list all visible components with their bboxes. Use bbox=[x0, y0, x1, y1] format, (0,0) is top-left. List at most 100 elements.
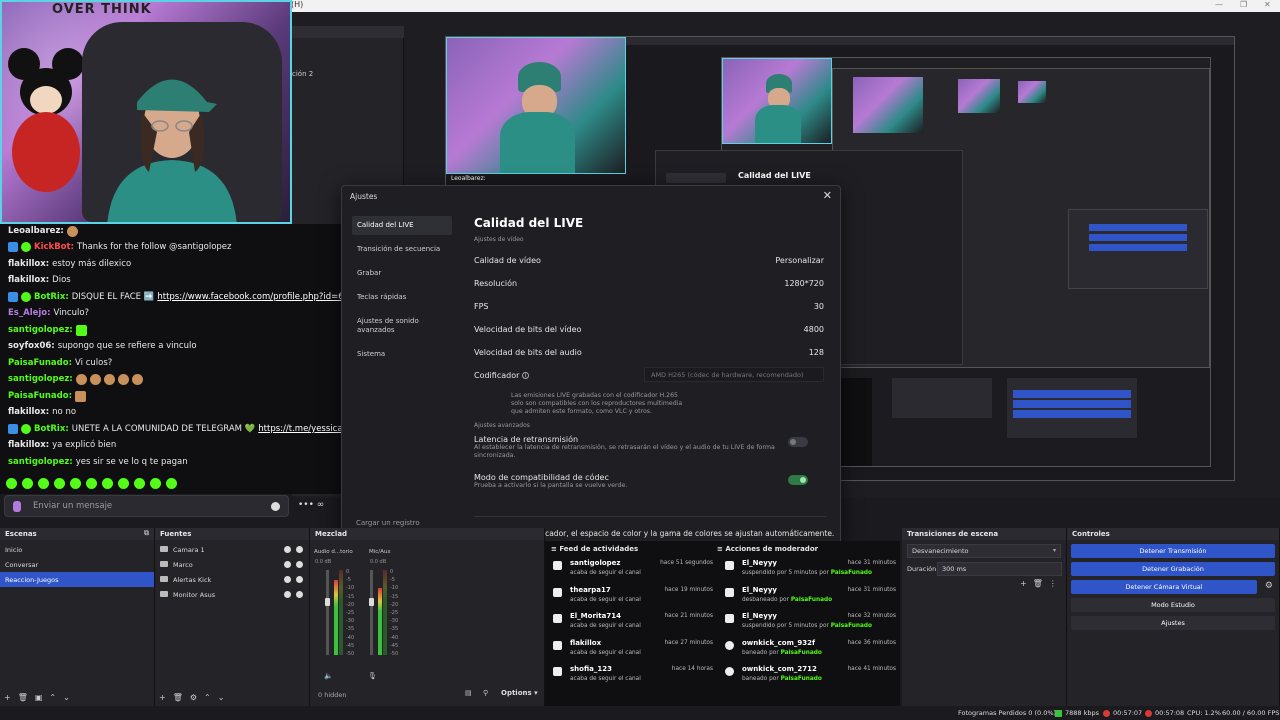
close-icon[interactable]: ✕ bbox=[1264, 0, 1271, 9]
feed-user[interactable]: flakillox bbox=[570, 639, 601, 647]
close-icon[interactable]: ✕ bbox=[823, 189, 832, 202]
emote-icon[interactable] bbox=[102, 478, 113, 489]
eye-icon[interactable] bbox=[284, 591, 291, 598]
emote-icon[interactable] bbox=[38, 478, 49, 489]
mod-user[interactable]: El_Neyyy bbox=[742, 586, 777, 594]
encoder-select[interactable]: AMD H265 (códec de hardware, recomendado… bbox=[644, 367, 824, 382]
sidebar-item-hotkeys[interactable]: Teclas rápidas bbox=[352, 288, 452, 307]
gear-icon[interactable]: ⚙ bbox=[1265, 581, 1273, 591]
chat-input[interactable]: Enviar un mensaje bbox=[4, 495, 289, 517]
load-log-link[interactable]: Cargar un registro bbox=[356, 519, 420, 527]
lock-icon[interactable] bbox=[296, 561, 303, 568]
audio-bitrate-select[interactable]: 128 bbox=[809, 348, 824, 357]
source-item[interactable]: Camara 1 bbox=[155, 542, 309, 557]
mod-user[interactable]: ownkick_com_932f bbox=[742, 639, 815, 647]
up-icon[interactable]: ⌃ bbox=[49, 693, 56, 702]
info-icon[interactable]: i bbox=[521, 372, 529, 379]
sidebar-item-system[interactable]: Sistema bbox=[352, 345, 452, 364]
settings-button[interactable]: Ajustes bbox=[1071, 616, 1275, 630]
mod-user[interactable]: ownkick_com_2712 bbox=[742, 665, 817, 673]
lock-icon[interactable] bbox=[296, 546, 303, 553]
volume-fader-1[interactable] bbox=[326, 570, 329, 655]
mod-user[interactable]: El_Neyyy bbox=[742, 559, 777, 567]
latency-toggle[interactable] bbox=[788, 437, 808, 447]
emote-icon[interactable] bbox=[54, 478, 65, 489]
source-item[interactable]: Monitor Asus bbox=[155, 587, 309, 602]
stop-virtual-camera-button[interactable]: Detener Cámara Virtual bbox=[1071, 580, 1257, 594]
emote-icon[interactable] bbox=[166, 478, 177, 489]
emote-icon[interactable] bbox=[6, 478, 17, 489]
emoji-icon[interactable] bbox=[271, 502, 280, 511]
source-item[interactable]: Marco bbox=[155, 557, 309, 572]
options-button[interactable]: Options ▾ bbox=[501, 689, 538, 697]
scene-item[interactable]: Reaccion-Juegos bbox=[0, 572, 154, 587]
more-icon[interactable]: ⋮ bbox=[1049, 579, 1057, 588]
video-bitrate-input[interactable]: 4800 bbox=[804, 325, 824, 334]
trash-icon[interactable]: 🗑 bbox=[1033, 579, 1043, 588]
trash-icon[interactable]: 🗑 bbox=[173, 693, 183, 702]
emote-icon[interactable] bbox=[70, 478, 81, 489]
emote-icon[interactable] bbox=[118, 478, 129, 489]
dock-popout-icon[interactable]: ⧉ bbox=[144, 529, 149, 538]
link-icon[interactable]: ⚲ bbox=[483, 689, 488, 697]
feed-user[interactable]: thearpa17 bbox=[570, 586, 611, 594]
mic-mute-icon[interactable]: 🎙 bbox=[368, 672, 377, 680]
stop-recording-button[interactable]: Detener Grabación bbox=[1071, 562, 1275, 576]
eye-icon[interactable] bbox=[284, 561, 291, 568]
scene-item[interactable]: Conversar bbox=[0, 557, 154, 572]
mic-icon[interactable] bbox=[13, 501, 21, 512]
fps-select[interactable]: 30 bbox=[814, 302, 824, 311]
chat-username[interactable]: santigolopez: bbox=[8, 372, 73, 386]
chat-username[interactable]: Leoalbarez: bbox=[8, 224, 64, 238]
add-icon[interactable]: + bbox=[159, 693, 166, 702]
chat-username[interactable]: flakillox: bbox=[8, 405, 49, 419]
add-icon[interactable]: + bbox=[1020, 579, 1027, 588]
speaker-icon[interactable]: 🔈 bbox=[324, 672, 333, 680]
filter-icon[interactable]: ▣ bbox=[35, 693, 43, 702]
chat-username[interactable]: flakillox: bbox=[8, 438, 49, 452]
emote-icon[interactable] bbox=[150, 478, 161, 489]
layout-icon[interactable]: ▤ bbox=[465, 689, 472, 697]
eye-icon[interactable] bbox=[284, 546, 291, 553]
menu-help[interactable]: (H) bbox=[291, 0, 303, 9]
resolution-select[interactable]: 1280*720 bbox=[784, 279, 824, 288]
up-icon[interactable]: ⌃ bbox=[204, 693, 211, 702]
minimize-icon[interactable]: — bbox=[1215, 0, 1223, 9]
chat-username[interactable]: soyfox06: bbox=[8, 339, 55, 353]
lock-icon[interactable] bbox=[296, 591, 303, 598]
down-icon[interactable]: ⌄ bbox=[63, 693, 70, 702]
trash-icon[interactable]: 🗑 bbox=[18, 693, 28, 702]
chat-username[interactable]: santigolopez: bbox=[8, 323, 73, 337]
chat-tools[interactable]: ••• ∞ bbox=[298, 500, 324, 510]
chat-username[interactable]: BotRix: bbox=[34, 422, 69, 436]
feed-user[interactable]: santigolopez bbox=[570, 559, 620, 567]
sidebar-item-audio[interactable]: Ajustes de sonido avanzados bbox=[352, 312, 452, 340]
video-quality-select[interactable]: Personalizar bbox=[775, 256, 824, 265]
gear-icon[interactable]: ⚙ bbox=[190, 693, 197, 702]
chat-username[interactable]: Es_Alejo: bbox=[8, 306, 51, 320]
volume-knob-1[interactable] bbox=[325, 598, 330, 606]
feed-user[interactable]: El_Morita714 bbox=[570, 612, 621, 620]
volume-fader-2[interactable] bbox=[370, 570, 373, 655]
mod-user[interactable]: El_Neyyy bbox=[742, 612, 777, 620]
chat-username[interactable]: flakillox: bbox=[8, 257, 49, 271]
scene-item[interactable]: Inicio bbox=[0, 542, 154, 557]
eye-icon[interactable] bbox=[284, 576, 291, 583]
sidebar-item-live-quality[interactable]: Calidad del LIVE bbox=[352, 216, 452, 235]
emote-icon[interactable] bbox=[22, 478, 33, 489]
transition-select[interactable]: Desvanecimiento ▾ bbox=[907, 544, 1061, 558]
chat-username[interactable]: KickBot: bbox=[34, 240, 74, 254]
chat-username[interactable]: PaisaFunado: bbox=[8, 389, 72, 403]
lock-icon[interactable] bbox=[296, 576, 303, 583]
emote-icon[interactable] bbox=[86, 478, 97, 489]
chat-username[interactable]: flakillox: bbox=[8, 273, 49, 287]
chat-username[interactable]: PaisaFunado: bbox=[8, 356, 72, 370]
volume-knob-2[interactable] bbox=[369, 598, 374, 606]
source-item[interactable]: Alertas Kick bbox=[155, 572, 309, 587]
stop-streaming-button[interactable]: Detener Transmisión bbox=[1071, 544, 1275, 558]
duration-input[interactable]: 300 ms bbox=[937, 562, 1062, 576]
chat-username[interactable]: BotRix: bbox=[34, 290, 69, 304]
feed-user[interactable]: shofia_123 bbox=[570, 665, 612, 673]
studio-mode-button[interactable]: Modo Estudio bbox=[1071, 598, 1275, 612]
compat-toggle[interactable] bbox=[788, 475, 808, 485]
